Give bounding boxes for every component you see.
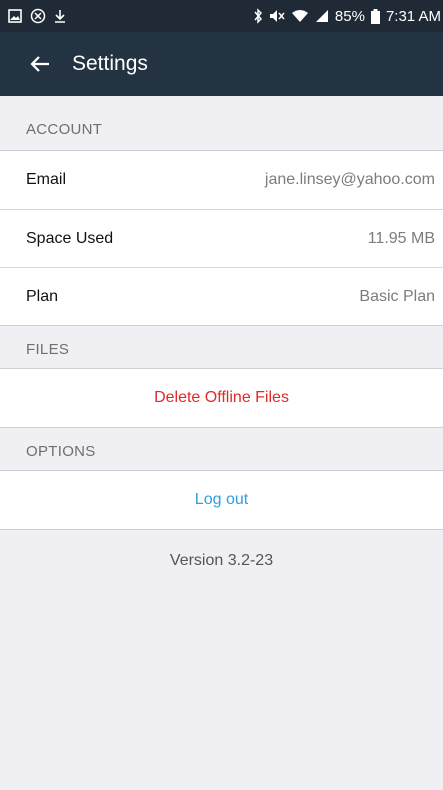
mute-icon	[269, 9, 285, 23]
logout-button[interactable]: Log out	[195, 491, 248, 509]
account-group: Email jane.linsey@yahoo.com Space Used 1…	[0, 150, 443, 326]
email-value: jane.linsey@yahoo.com	[264, 171, 435, 188]
version-label: Version 3.2-23	[169, 552, 274, 569]
blocked-icon	[30, 8, 46, 24]
delete-offline-files-row[interactable]: Delete Offline Files	[0, 369, 443, 427]
plan-value: Basic Plan	[359, 287, 435, 305]
page-title: Settings	[72, 52, 148, 75]
section-header-account: ACCOUNT	[26, 121, 103, 138]
status-bar-left	[8, 8, 74, 24]
app-bar: Settings	[0, 32, 443, 96]
settings-content: ACCOUNT Email jane.linsey@yahoo.com Spac…	[0, 96, 443, 570]
row-label: Plan	[26, 287, 59, 305]
battery-percent: 85%	[334, 7, 365, 25]
row-label: Space Used	[26, 229, 114, 247]
logout-row[interactable]: Log out	[0, 471, 443, 529]
row-plan[interactable]: Plan Basic Plan	[0, 267, 443, 325]
gallery-icon	[8, 9, 22, 23]
clock: 7:31 AM	[385, 7, 441, 25]
options-group: Log out	[0, 470, 443, 530]
delete-offline-files-button[interactable]: Delete Offline Files	[154, 389, 289, 407]
row-email[interactable]: Email jane.linsey@yahoo.com	[0, 151, 443, 209]
download-icon	[54, 8, 66, 24]
status-bar-right: 85% 7:31 AM	[247, 8, 441, 25]
row-label: Email	[26, 171, 67, 188]
back-button[interactable]	[24, 48, 56, 80]
battery-icon	[370, 8, 380, 24]
bluetooth-icon	[253, 8, 263, 24]
status-bar: 85% 7:31 AM	[0, 0, 443, 32]
signal-icon	[315, 9, 329, 23]
wifi-icon	[291, 9, 309, 23]
section-header-files: FILES	[26, 341, 70, 358]
row-space-used[interactable]: Space Used 11.95 MB	[0, 209, 443, 267]
space-used-value: 11.95 MB	[367, 229, 435, 247]
files-group: Delete Offline Files	[0, 368, 443, 428]
arrow-left-icon	[30, 56, 49, 72]
section-header-options: OPTIONS	[26, 443, 96, 460]
